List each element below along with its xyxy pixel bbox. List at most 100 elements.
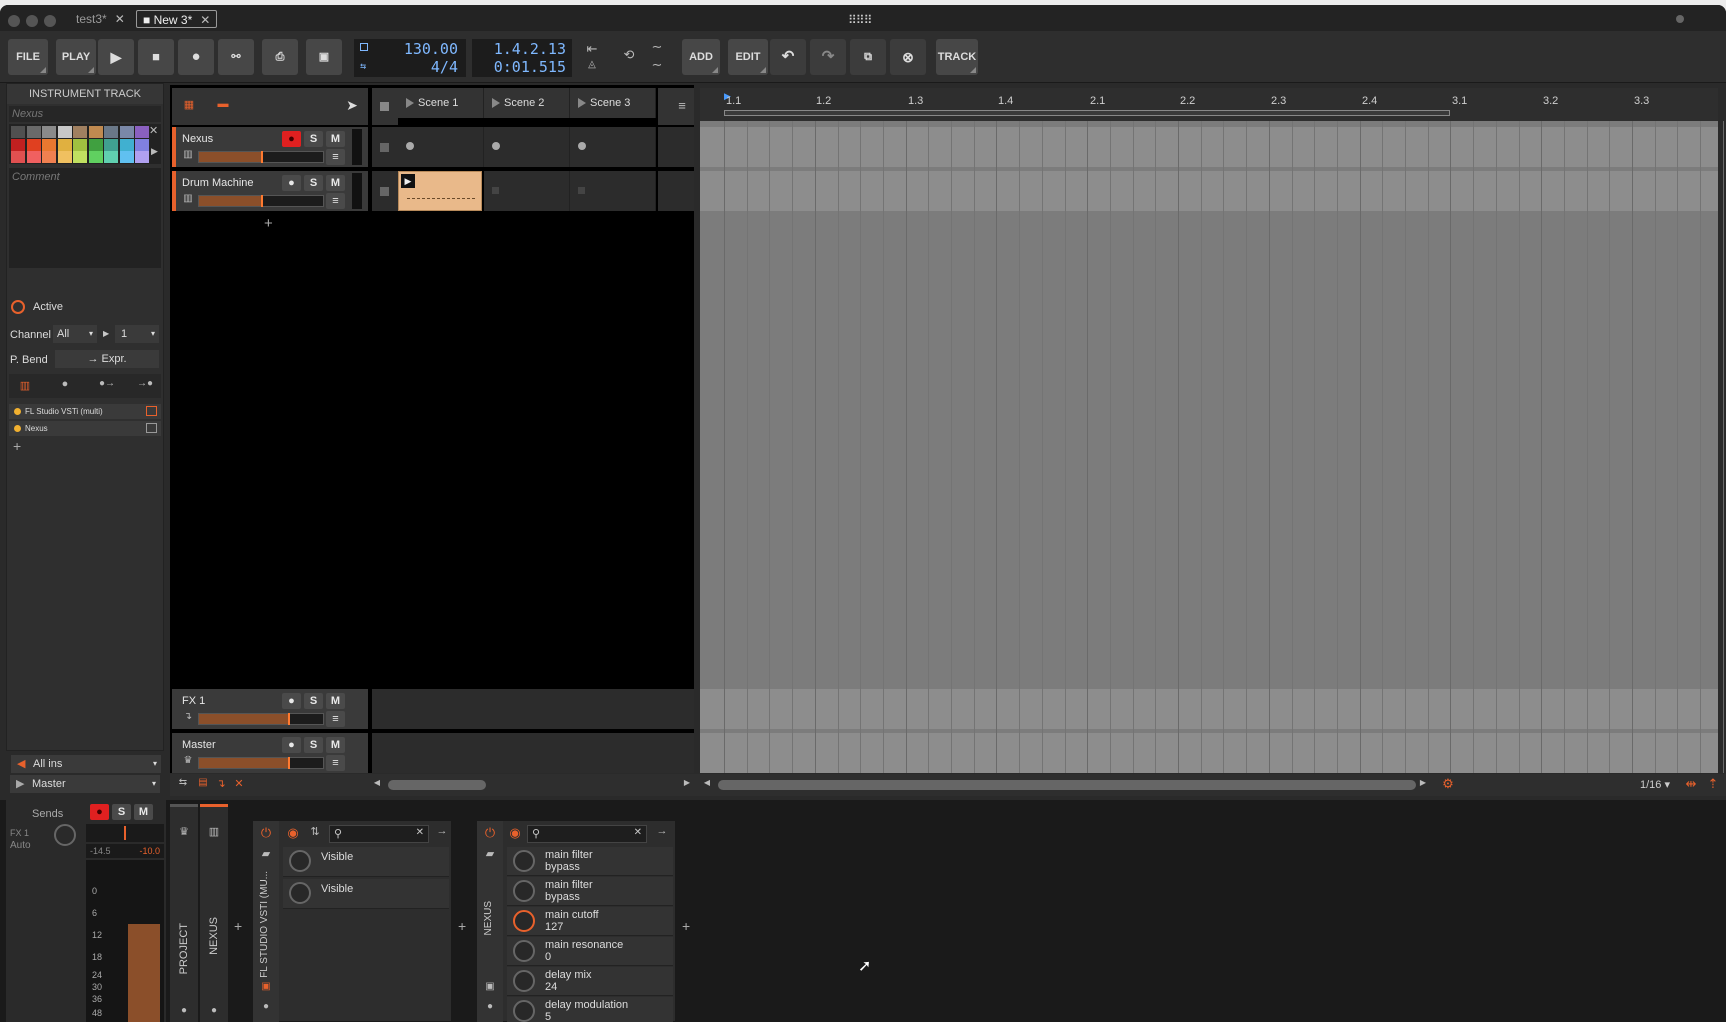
add-device-icon[interactable]: + bbox=[458, 918, 466, 934]
param-knob[interactable] bbox=[513, 880, 535, 902]
metronome-toggle-icon[interactable]: ◬ bbox=[582, 59, 602, 70]
redo-button[interactable]: ↷ bbox=[810, 39, 846, 75]
track-menu-button[interactable]: ≡ bbox=[326, 149, 345, 165]
device-item-fl-studio[interactable]: FL Studio VSTi (multi) bbox=[9, 404, 161, 419]
device-on-icon[interactable] bbox=[14, 425, 21, 432]
track-drum-machine[interactable]: Drum Machine ● S M ▥ ≡ bbox=[172, 171, 368, 211]
clear-color-icon[interactable]: ✕ bbox=[149, 124, 158, 137]
tab-test3[interactable]: test3* ✕ bbox=[70, 10, 131, 28]
param-search-input[interactable]: ⚲ ✕ bbox=[329, 825, 429, 843]
color-swatch[interactable] bbox=[42, 126, 56, 138]
color-swatch[interactable] bbox=[11, 126, 25, 138]
scene-3-header[interactable]: Scene 3 bbox=[570, 88, 656, 118]
plugin-window-icon[interactable]: ▣ bbox=[483, 981, 497, 992]
scroll-left-icon[interactable]: ◀ bbox=[372, 778, 382, 787]
output-select[interactable]: ▶ Master ▾ bbox=[10, 775, 160, 793]
play-menu-button[interactable]: PLAY bbox=[56, 39, 96, 75]
arranger-lane-master[interactable] bbox=[700, 733, 1718, 773]
expand-icon[interactable]: → bbox=[655, 825, 669, 837]
clip-slot[interactable] bbox=[484, 127, 570, 167]
maximize-window-button[interactable] bbox=[44, 15, 56, 27]
modulator-icon[interactable]: ● bbox=[57, 378, 73, 390]
clip-launcher-toggle-icon[interactable]: ▤ bbox=[196, 777, 210, 788]
arranger-scrollbar[interactable] bbox=[718, 780, 1416, 790]
arranger-lane-fx1[interactable] bbox=[700, 689, 1718, 729]
minimize-window-button[interactable] bbox=[26, 15, 38, 27]
power-icon[interactable]: ⏻ bbox=[257, 825, 275, 841]
record-arm-button[interactable]: ● bbox=[282, 693, 301, 709]
color-swatch[interactable] bbox=[73, 138, 87, 151]
fl-param-visible-2[interactable]: Visible bbox=[283, 879, 449, 909]
track-stop-button[interactable] bbox=[372, 127, 398, 167]
grid-select[interactable]: 1/16 ▾ bbox=[1640, 778, 1670, 791]
color-swatch[interactable] bbox=[135, 151, 149, 163]
color-swatch[interactable] bbox=[73, 126, 87, 138]
volume-fader[interactable] bbox=[198, 713, 324, 725]
color-swatch[interactable] bbox=[26, 138, 41, 151]
fade-in-icon[interactable]: ∼ bbox=[646, 39, 668, 55]
add-device-icon[interactable]: + bbox=[682, 918, 690, 934]
channel-number-select[interactable]: 1 ▾ bbox=[115, 325, 159, 343]
zoom-in-icon[interactable]: ⇡ bbox=[1706, 776, 1720, 792]
scene-menu-button[interactable]: ≡ bbox=[670, 88, 694, 125]
more-colors-icon[interactable]: ▶ bbox=[151, 146, 158, 157]
arranger-scroll-right-icon[interactable]: ▶ bbox=[1418, 778, 1428, 787]
track-nexus[interactable]: Nexus ● S M ▥ ≡ bbox=[172, 127, 368, 167]
arranger-scroll-left-icon[interactable]: ◀ bbox=[702, 778, 712, 787]
arranger-lane-drum-machine[interactable] bbox=[700, 171, 1718, 211]
stop-clips-icon[interactable] bbox=[380, 102, 389, 111]
file-button[interactable]: FILE bbox=[8, 39, 48, 75]
param-search-input[interactable]: ⚲ ✕ bbox=[527, 825, 647, 843]
add-track-icon[interactable]: + bbox=[264, 215, 273, 232]
loop-icon[interactable]: ⟲ bbox=[618, 47, 640, 63]
fade-out-icon[interactable]: ∼ bbox=[646, 57, 668, 73]
record-arm-button[interactable]: ● bbox=[90, 804, 109, 820]
param-knob[interactable] bbox=[513, 1000, 535, 1022]
pan-slider[interactable] bbox=[86, 824, 164, 842]
clear-search-icon[interactable]: ✕ bbox=[634, 827, 642, 838]
track-button[interactable]: TRACK bbox=[936, 39, 978, 75]
shuffle-icon[interactable]: ✕ bbox=[232, 777, 246, 790]
mute-button[interactable]: M bbox=[326, 737, 345, 753]
device-window-icon[interactable] bbox=[146, 406, 157, 416]
pointer-tool-icon[interactable]: ➤ bbox=[340, 97, 364, 114]
volume-fader[interactable] bbox=[198, 151, 324, 163]
volume-fader[interactable] bbox=[198, 195, 324, 207]
param-knob[interactable] bbox=[513, 970, 535, 992]
nexus-param[interactable]: main filter bypass bbox=[507, 877, 673, 906]
mute-button[interactable]: M bbox=[326, 131, 345, 147]
duplicate-button[interactable]: ⧉ bbox=[850, 39, 886, 75]
scene-scroll[interactable] bbox=[658, 88, 670, 125]
add-button[interactable]: ADD bbox=[682, 39, 720, 75]
follow-icon[interactable]: ↴ bbox=[214, 777, 228, 790]
punch-in-icon[interactable]: ⇤ bbox=[582, 41, 602, 57]
color-swatch[interactable] bbox=[26, 126, 41, 138]
color-swatch[interactable] bbox=[88, 138, 103, 151]
color-swatch[interactable] bbox=[119, 138, 134, 151]
window-dot-icon[interactable] bbox=[1676, 15, 1684, 23]
clip-slot[interactable] bbox=[484, 171, 570, 211]
color-swatch[interactable] bbox=[135, 126, 149, 138]
time-signature[interactable]: 4/4 bbox=[431, 58, 458, 76]
nexus-param[interactable]: main cutoff 127 bbox=[507, 907, 673, 936]
loop-region[interactable] bbox=[724, 110, 1450, 116]
color-palette[interactable] bbox=[9, 124, 161, 164]
power-icon[interactable]: ⏻ bbox=[481, 825, 499, 841]
clip-drum-machine[interactable]: ▶ bbox=[398, 171, 482, 211]
param-knob[interactable] bbox=[513, 850, 535, 872]
delete-button[interactable]: ⊗ bbox=[890, 39, 926, 75]
device-window-icon[interactable] bbox=[146, 423, 157, 433]
param-knob[interactable] bbox=[513, 910, 535, 932]
volume-fader[interactable] bbox=[198, 757, 324, 769]
record-arm-button[interactable]: ● bbox=[282, 737, 301, 753]
clip-slot[interactable] bbox=[570, 171, 656, 211]
param-knob[interactable] bbox=[513, 940, 535, 962]
clip-slot[interactable] bbox=[570, 127, 656, 167]
clip-slot[interactable] bbox=[398, 127, 484, 167]
scroll-right-icon[interactable]: ▶ bbox=[682, 778, 692, 787]
mixer-view-icon[interactable]: ▦ bbox=[182, 98, 196, 111]
note-out-icon[interactable]: →● bbox=[133, 378, 157, 389]
tab-new3[interactable]: ■ New 3* ✕ bbox=[136, 10, 218, 28]
param-knob[interactable] bbox=[289, 882, 311, 904]
track-master[interactable]: Master ● S M ♛ ≡ bbox=[172, 733, 368, 773]
